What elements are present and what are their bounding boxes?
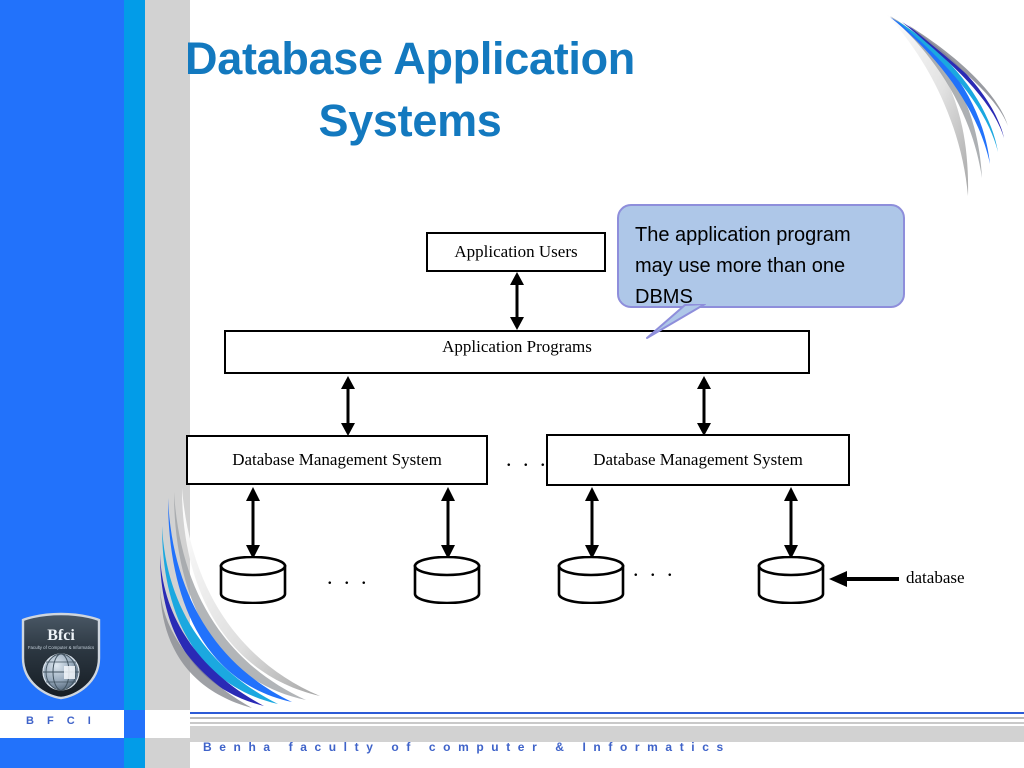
logo-tagline-text: Faculty of Computer & Informatics xyxy=(28,645,95,650)
callout-body: The application program may use more tha… xyxy=(617,204,905,308)
slide-canvas: Database Application Systems Application… xyxy=(0,0,1024,768)
footer-rule-gray-2 xyxy=(190,722,1024,724)
box-dbms-left[interactable]: Database Management System xyxy=(186,435,488,485)
callout-tail xyxy=(646,304,706,339)
arrow-database-label xyxy=(829,571,899,587)
database-ellipsis-left: . . . xyxy=(327,564,370,589)
database-cylinder-3[interactable] xyxy=(556,556,626,604)
box-application-users-label: Application Users xyxy=(454,242,578,261)
arrow-dbms-left-to-db-2 xyxy=(441,487,455,559)
database-cylinder-2[interactable] xyxy=(412,556,482,604)
callout-text: The application program may use more tha… xyxy=(635,224,851,308)
dbms-ellipsis: . . . xyxy=(506,446,549,471)
footer-abbrev: B F C I xyxy=(26,715,96,727)
box-application-programs-label: Application Programs xyxy=(442,337,592,356)
slide-title-line-2: Systems xyxy=(318,95,502,147)
footer-accent-patch xyxy=(124,710,145,738)
database-cylinder-4[interactable] xyxy=(756,556,826,604)
bfci-logo: Bfci Faculty of Computer & Informatics xyxy=(21,612,101,700)
callout-dbms-note[interactable]: The application program may use more tha… xyxy=(617,204,905,339)
logo-brand-text: Bfci xyxy=(47,627,75,644)
arrow-users-to-programs xyxy=(510,272,524,330)
arrow-dbms-right-to-db-3 xyxy=(585,487,599,559)
box-dbms-right-label: Database Management System xyxy=(593,450,803,469)
footer-rule-gray xyxy=(190,717,1024,719)
database-ellipsis-right: . . . xyxy=(633,556,676,581)
footer-rule-blue xyxy=(190,712,1024,714)
box-application-users[interactable]: Application Users xyxy=(426,232,606,272)
arrow-dbms-left-to-db-1 xyxy=(246,487,260,559)
box-dbms-right[interactable]: Database Management System xyxy=(546,434,850,486)
arrow-dbms-right-to-db-4 xyxy=(784,487,798,559)
slide-title: Database Application Systems xyxy=(100,28,720,152)
arrow-programs-to-dbms-right xyxy=(697,376,711,436)
footer-institution-name: Benha faculty of computer & Informatics xyxy=(203,740,731,754)
database-label: database xyxy=(906,568,965,587)
footer-rule-group xyxy=(190,712,1024,726)
box-dbms-left-label: Database Management System xyxy=(232,450,442,469)
arrow-programs-to-dbms-left xyxy=(341,376,355,436)
box-application-programs[interactable]: Application Programs xyxy=(224,330,810,374)
slide-title-line-1: Database Application xyxy=(185,33,635,84)
database-cylinder-1[interactable] xyxy=(218,556,288,604)
